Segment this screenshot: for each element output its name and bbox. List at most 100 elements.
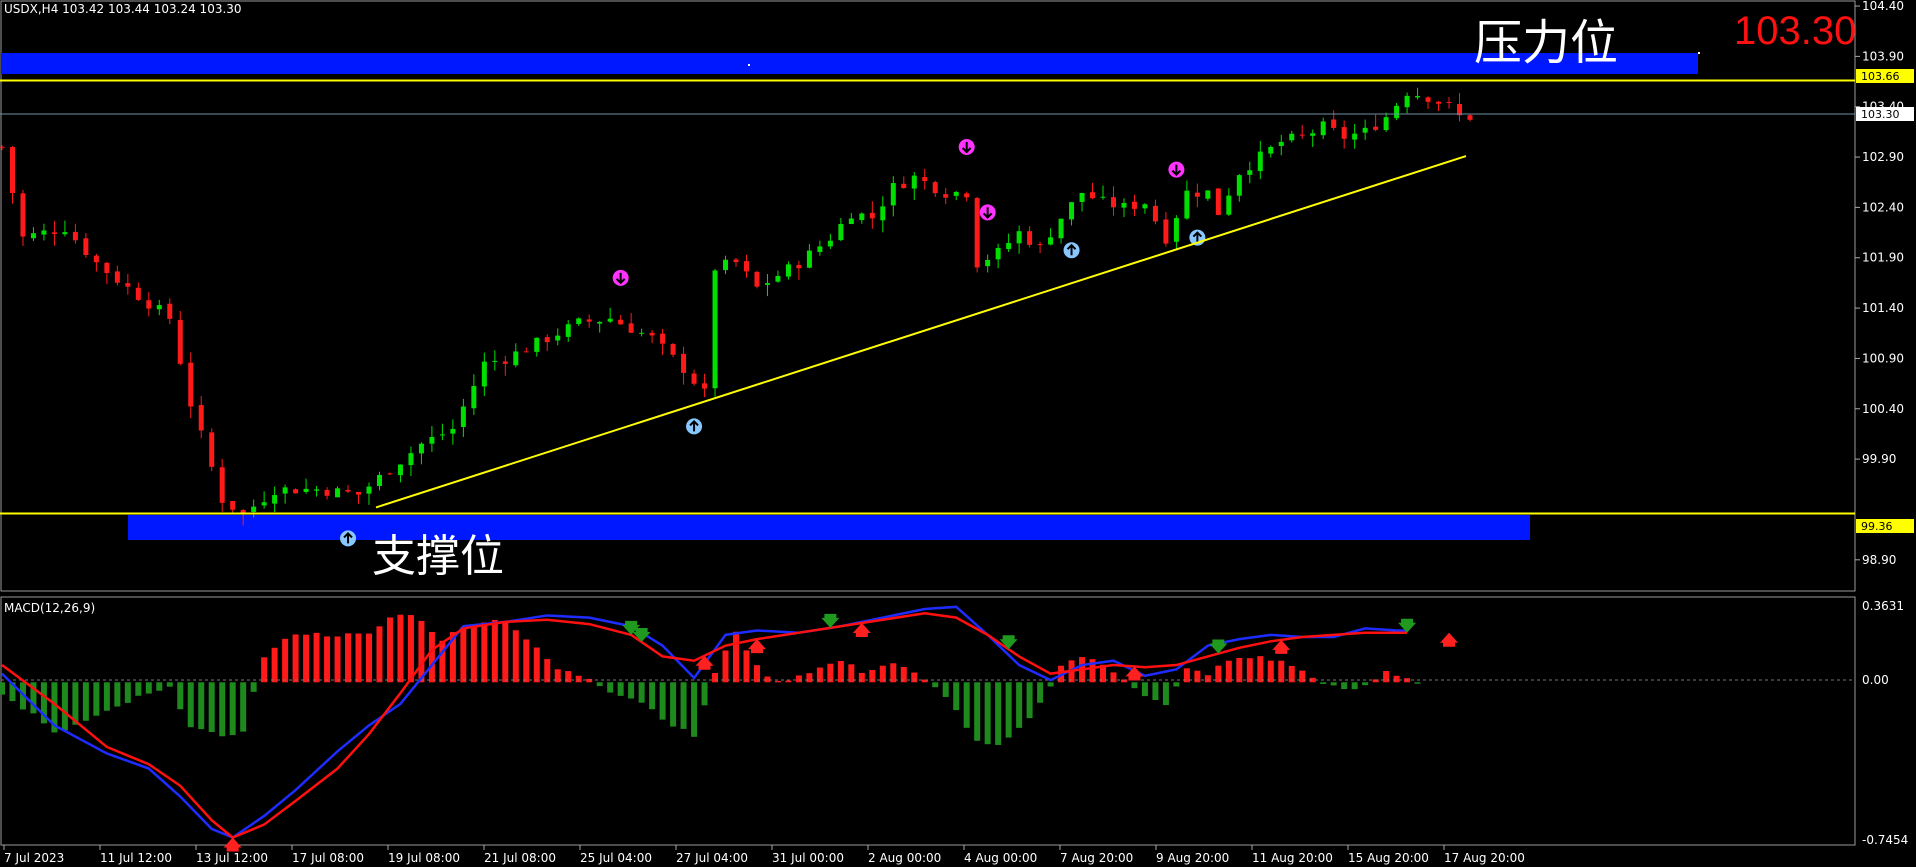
macd-histogram-bar xyxy=(355,633,362,683)
macd-histogram-bar xyxy=(1152,682,1159,701)
macd-histogram-bar xyxy=(806,673,813,683)
price-tick-label: 99.90 xyxy=(1862,452,1896,466)
chart-background xyxy=(0,0,1916,867)
candle-body xyxy=(597,321,603,324)
candle-body xyxy=(1446,101,1452,103)
candle-body xyxy=(293,489,299,494)
macd-histogram-bar xyxy=(1341,682,1348,690)
candle-body xyxy=(1194,192,1200,197)
candle-body xyxy=(51,232,57,234)
candle-body xyxy=(681,353,687,373)
candle-body xyxy=(1320,121,1326,136)
candle-body xyxy=(376,474,382,486)
macd-histogram-bar xyxy=(617,682,624,696)
candle-body xyxy=(366,486,372,494)
candle-body xyxy=(20,193,26,237)
macd-histogram-bar xyxy=(166,682,173,687)
current-price-tag-text: 103.30 xyxy=(1861,108,1900,121)
macd-histogram-bar xyxy=(292,634,299,683)
candle-body xyxy=(1247,170,1253,175)
time-tick-label: 17 Jul 08:00 xyxy=(292,851,364,865)
candle-body xyxy=(848,218,854,225)
time-tick-label: 19 Jul 08:00 xyxy=(388,851,460,865)
macd-histogram-bar xyxy=(1162,682,1169,706)
candle-body xyxy=(251,506,257,512)
candle-body xyxy=(555,335,561,341)
candle-body xyxy=(723,259,729,271)
candle-body xyxy=(649,332,655,336)
fractal-down-icon xyxy=(340,530,357,547)
macd-histogram-bar xyxy=(858,672,865,683)
candle-body xyxy=(964,193,970,198)
time-tick-label: 11 Jul 12:00 xyxy=(100,851,172,865)
macd-histogram-bar xyxy=(544,659,551,683)
price-tick-label: 100.90 xyxy=(1862,351,1904,365)
candle-body xyxy=(639,332,645,334)
macd-histogram-bar xyxy=(1246,658,1253,683)
fractal-down-icon xyxy=(1063,242,1080,259)
macd-histogram-bar xyxy=(145,682,152,694)
macd-histogram-bar xyxy=(722,650,729,683)
candle-body xyxy=(72,231,78,241)
macd-label: MACD(12,26,9) xyxy=(4,601,95,615)
price-tick-label: 102.40 xyxy=(1862,200,1904,214)
candle-body xyxy=(261,502,267,506)
macd-histogram-bar xyxy=(628,682,635,699)
macd-histogram-bar xyxy=(533,647,540,683)
candle-body xyxy=(702,383,708,389)
macd-histogram-bar xyxy=(691,682,698,737)
macd-histogram-bar xyxy=(764,676,771,683)
time-tick-label: 21 Jul 08:00 xyxy=(484,851,556,865)
candle-body xyxy=(397,464,403,476)
candle-body xyxy=(198,405,204,431)
time-tick-label: 31 Jul 00:00 xyxy=(772,851,844,865)
macd-histogram-bar xyxy=(1026,682,1033,719)
candle-body xyxy=(1173,218,1179,242)
fractal-down-icon xyxy=(686,418,703,435)
candle-body xyxy=(691,373,697,384)
macd-histogram-bar xyxy=(523,639,530,683)
candle-body xyxy=(1079,192,1085,202)
candle-body xyxy=(492,360,498,362)
macd-histogram-bar xyxy=(1414,682,1421,684)
candle-body xyxy=(806,250,812,268)
macd-histogram-bar xyxy=(82,682,89,721)
candle-body xyxy=(1215,188,1221,215)
macd-histogram-bar xyxy=(795,675,802,683)
macd-histogram-bar xyxy=(386,617,393,683)
candle-body xyxy=(1268,147,1274,154)
macd-histogram-bar xyxy=(785,680,792,683)
candle-body xyxy=(985,260,991,267)
fractal-up-icon xyxy=(979,204,996,221)
macd-min-label: -0.7454 xyxy=(1862,833,1908,847)
candle-body xyxy=(670,344,676,355)
candle-body xyxy=(1236,175,1242,196)
macd-histogram-bar xyxy=(1047,682,1054,687)
time-tick-label: 4 Aug 00:00 xyxy=(964,851,1037,865)
candle-body xyxy=(481,361,487,387)
candle-body xyxy=(1404,95,1410,108)
macd-histogram-bar xyxy=(1037,682,1044,703)
macd-histogram-bar xyxy=(1320,682,1327,685)
candle-body xyxy=(1090,192,1096,199)
candle-body xyxy=(660,333,666,344)
macd-histogram-bar xyxy=(502,621,509,683)
macd-histogram-bar xyxy=(491,619,498,683)
chart-canvas[interactable]: USDX,H4 103.42 103.44 103.24 103.30 压力位 … xyxy=(0,0,1916,867)
candle-body xyxy=(1184,190,1190,219)
macd-histogram-bar xyxy=(481,622,488,683)
candle-body xyxy=(219,467,225,503)
support-zone xyxy=(128,515,1530,540)
candle-body xyxy=(775,275,781,282)
candle-body xyxy=(953,191,959,196)
resistance-zone xyxy=(1,53,1698,74)
candle-body xyxy=(1299,134,1305,136)
candle-body xyxy=(324,489,330,496)
support-price-tag-text: 99.36 xyxy=(1861,520,1893,533)
macd-histogram-bar xyxy=(324,636,331,683)
macd-histogram-bar xyxy=(261,657,268,683)
candle-body xyxy=(502,361,508,364)
macd-histogram-bar xyxy=(282,638,289,683)
candle xyxy=(712,268,718,397)
marker-dot xyxy=(748,64,750,66)
